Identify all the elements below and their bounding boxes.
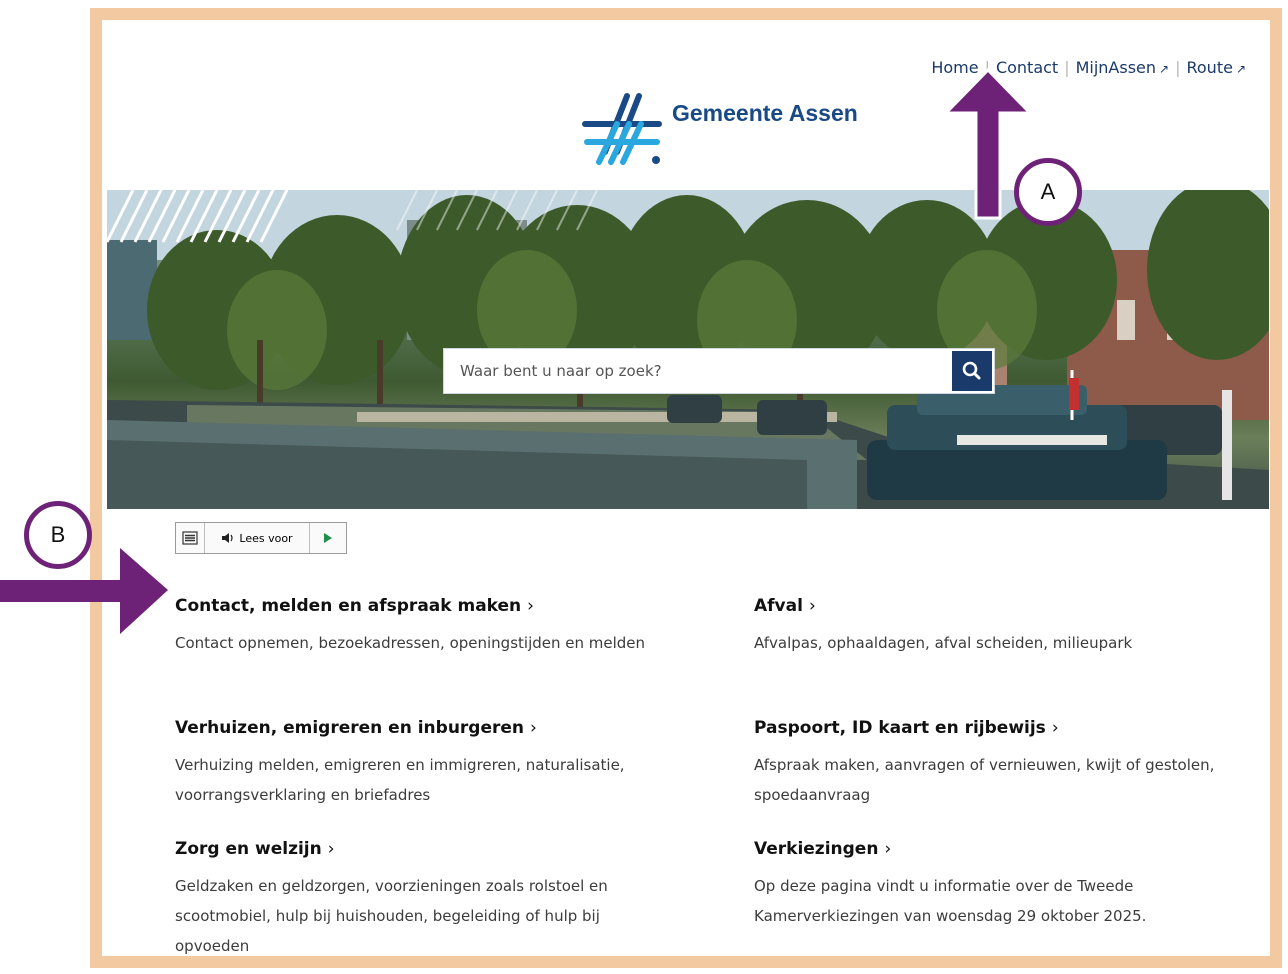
annotation-overlay <box>0 67 1034 634</box>
annotation-b-badge: B <box>24 501 92 569</box>
annotation-a-badge: A <box>1014 158 1082 226</box>
arrow-right-icon <box>0 548 168 634</box>
